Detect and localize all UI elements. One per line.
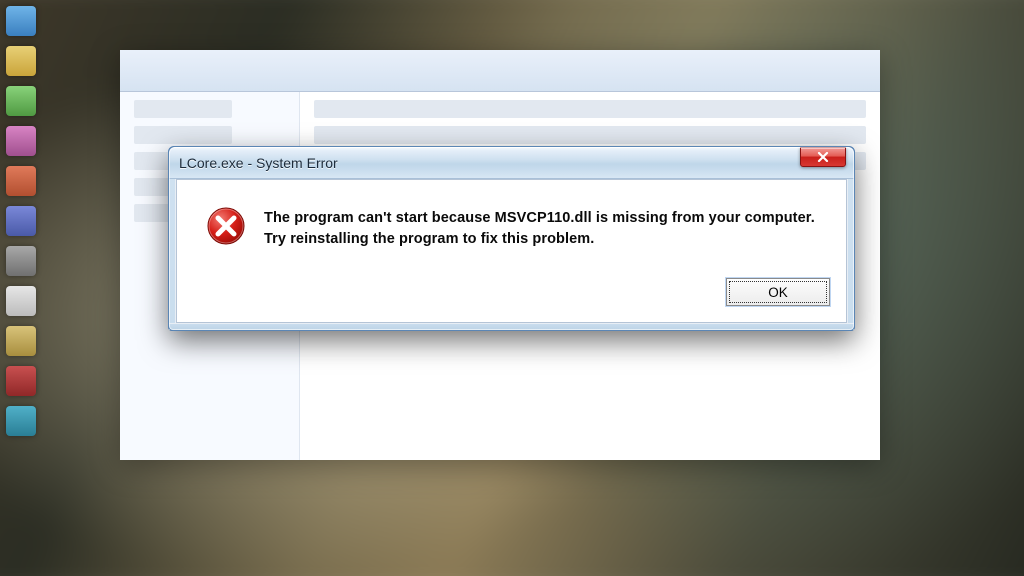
system-error-dialog: LCore.exe - System Error [168,146,855,331]
ok-button[interactable]: OK [726,278,830,306]
dialog-footer: OK [177,260,846,322]
error-icon [206,206,246,246]
close-icon [817,152,829,162]
dialog-message: The program can't start because MSVCP110… [264,206,817,250]
dialog-title: LCore.exe - System Error [179,155,338,171]
taskbar-icon-column [6,6,40,436]
close-button[interactable] [800,147,846,167]
dialog-body: The program can't start because MSVCP110… [177,180,846,260]
dialog-titlebar[interactable]: LCore.exe - System Error [169,147,854,179]
